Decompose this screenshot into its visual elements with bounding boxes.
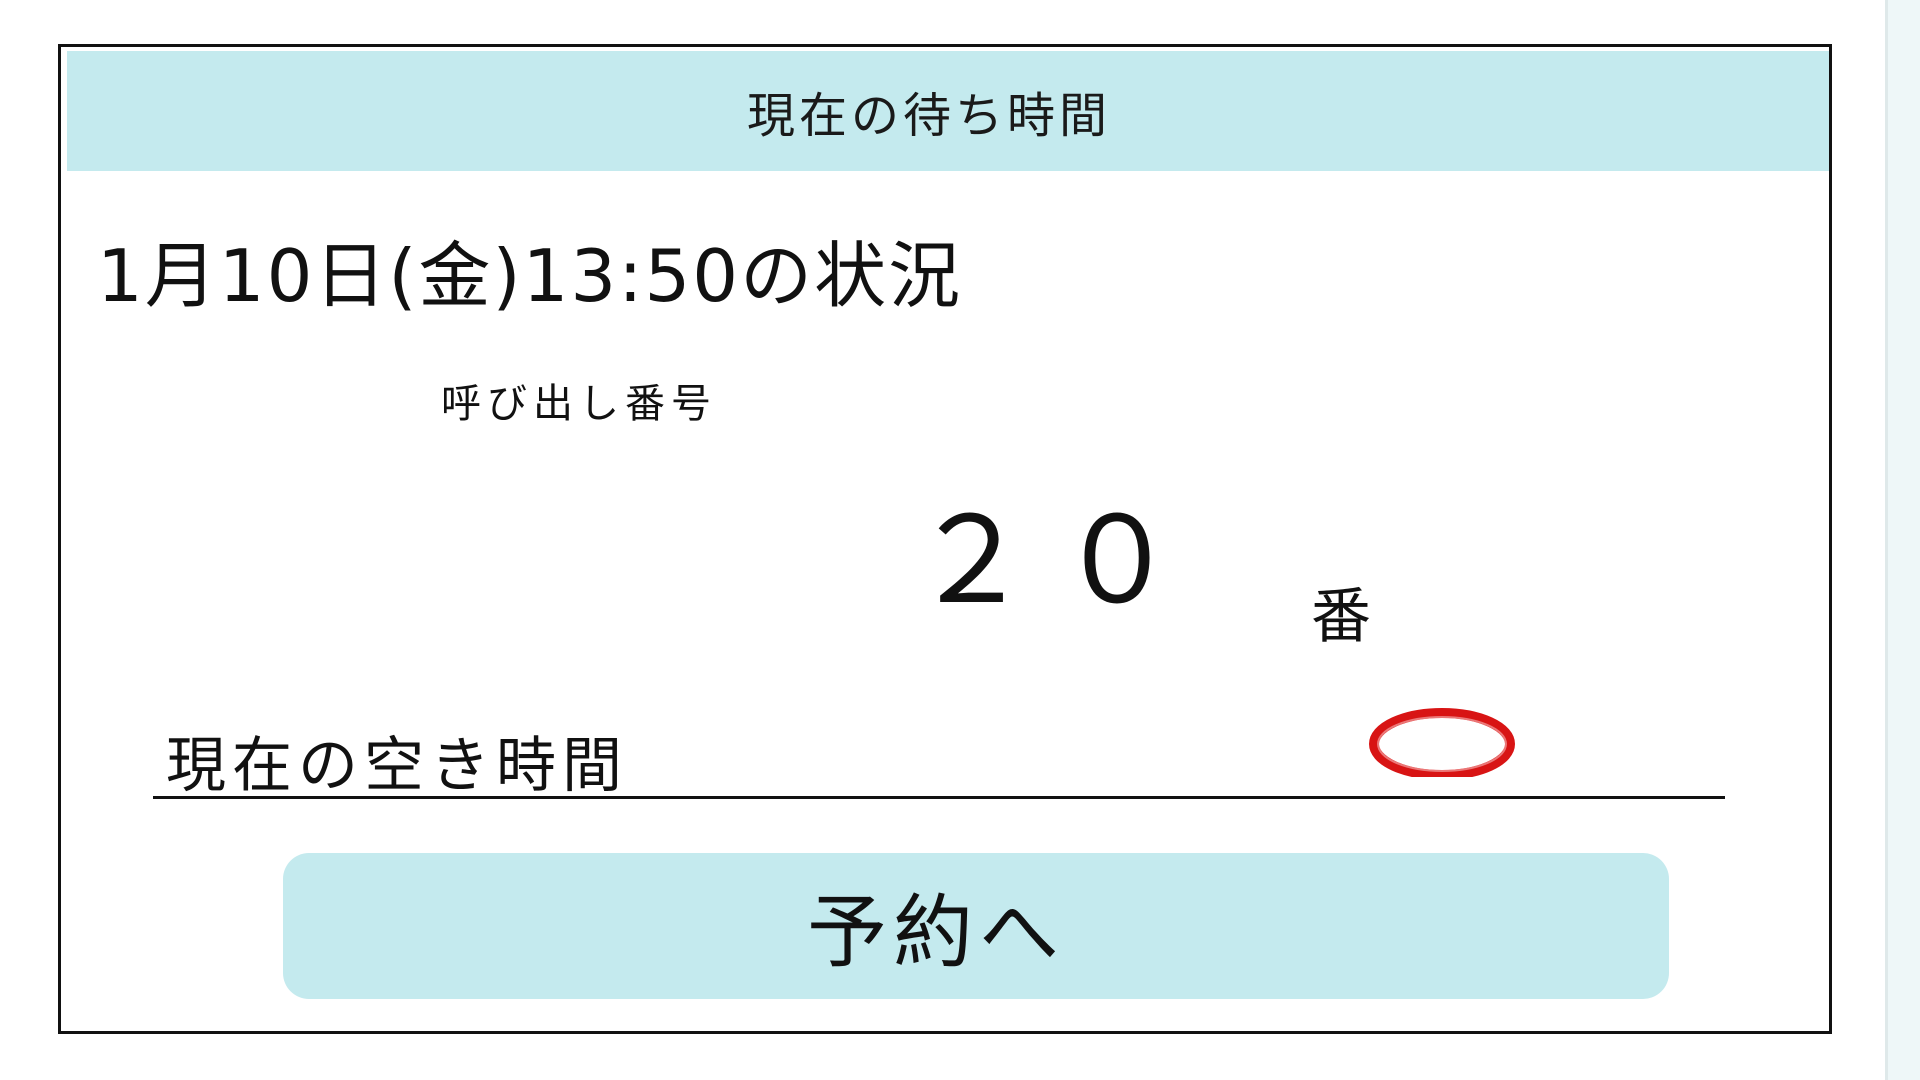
circle-mark-icon <box>1369 708 1515 777</box>
availability-underline <box>153 796 1725 799</box>
wait-time-card: 現在の待ち時間 1月10日(金)13:50の状況 呼び出し番号 ２０ 番 現在の… <box>58 44 1832 1034</box>
circle-mark-ring <box>1369 708 1515 777</box>
availability-label: 現在の空き時間 <box>166 731 628 801</box>
call-number-label: 呼び出し番号 <box>441 381 717 427</box>
window-edge-strip <box>1888 0 1920 1080</box>
page: 現在の待ち時間 1月10日(金)13:50の状況 呼び出し番号 ２０ 番 現在の… <box>0 0 1920 1080</box>
reserve-button[interactable]: 予約へ <box>283 853 1669 999</box>
call-number-unit: 番 <box>1311 582 1371 652</box>
page-title: 現在の待ち時間 <box>746 88 1111 144</box>
circle-mark-highlight <box>1377 716 1507 772</box>
reserve-button-label: 予約へ <box>807 886 1065 979</box>
card-header: 現在の待ち時間 <box>67 51 1829 171</box>
call-number-value: ２０ <box>911 492 1203 631</box>
status-datetime: 1月10日(金)13:50の状況 <box>97 234 963 318</box>
